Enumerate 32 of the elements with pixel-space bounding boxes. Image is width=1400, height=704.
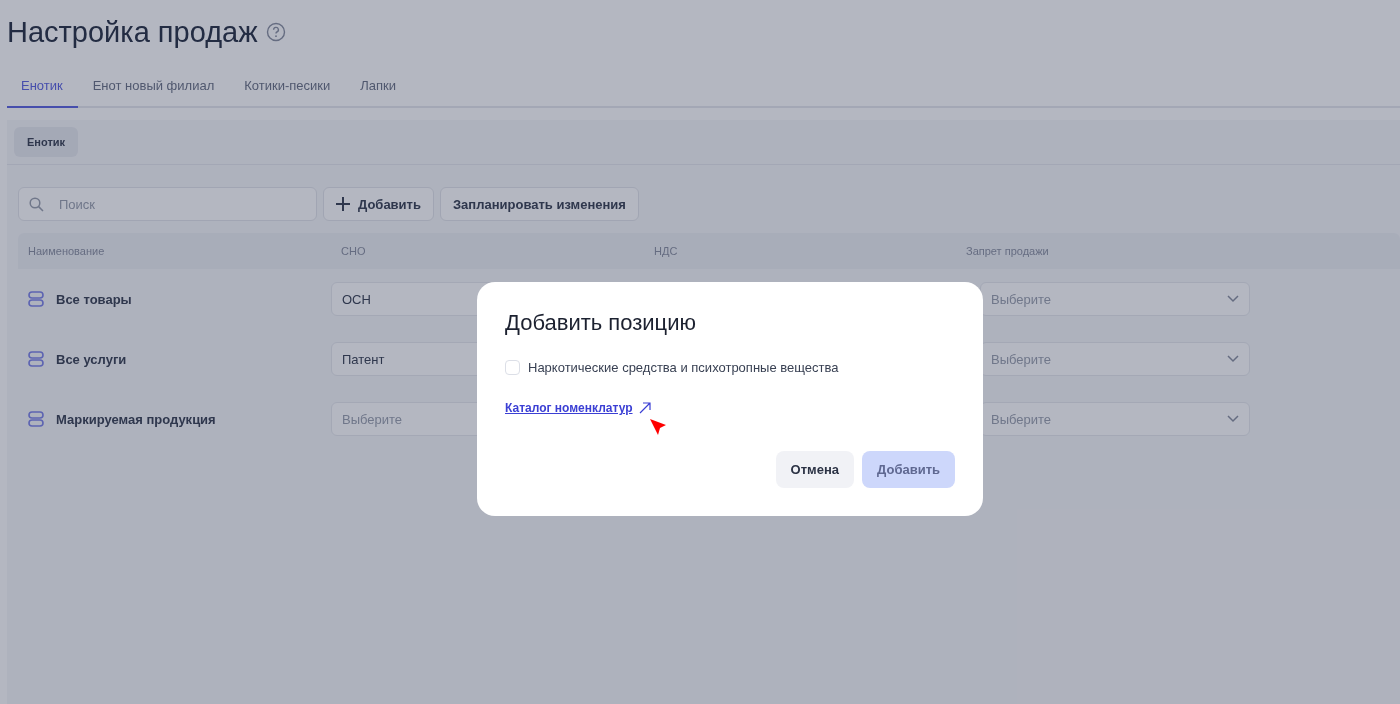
row-name: Маркируемая продукция — [56, 411, 216, 427]
cancel-button[interactable]: Отмена — [775, 451, 855, 488]
stack-icon — [28, 411, 44, 427]
tab[interactable]: Енот новый филиал — [77, 64, 230, 108]
add-button[interactable]: Добавить — [323, 187, 434, 221]
select-field[interactable]: Выберите — [980, 282, 1250, 316]
help-icon[interactable] — [265, 22, 286, 42]
column-header: Запрет продажи — [965, 245, 1050, 257]
select-field[interactable]: Выберите — [980, 342, 1250, 376]
search-icon — [29, 197, 44, 212]
chevron-down-icon — [1227, 355, 1239, 363]
chevron-down-icon — [1227, 415, 1239, 423]
checkbox[interactable] — [505, 360, 520, 375]
plus-icon — [336, 197, 350, 211]
schedule-button[interactable]: Запланировать изменения — [439, 187, 639, 221]
search-field[interactable]: Поиск — [18, 187, 317, 221]
tab[interactable]: Котики-песики — [229, 64, 346, 108]
column-header: Наименование — [27, 245, 106, 257]
stack-icon — [28, 351, 44, 367]
column-header: СНО — [340, 245, 367, 257]
select-field[interactable]: Выберите — [980, 402, 1250, 436]
sub-tab[interactable]: Енотик — [14, 127, 79, 157]
stack-icon — [28, 291, 44, 307]
external-link-icon — [638, 402, 651, 414]
pointer-arrow-icon — [650, 419, 668, 437]
chevron-down-icon — [1227, 295, 1239, 303]
row-name: Все услуги — [56, 351, 127, 367]
row-name: Все товары — [56, 291, 132, 307]
tab[interactable]: Енотик — [7, 64, 78, 108]
tab[interactable]: Лапки — [345, 64, 411, 108]
column-header: НДС — [653, 245, 679, 257]
page-title: Настройка продаж — [7, 15, 258, 49]
